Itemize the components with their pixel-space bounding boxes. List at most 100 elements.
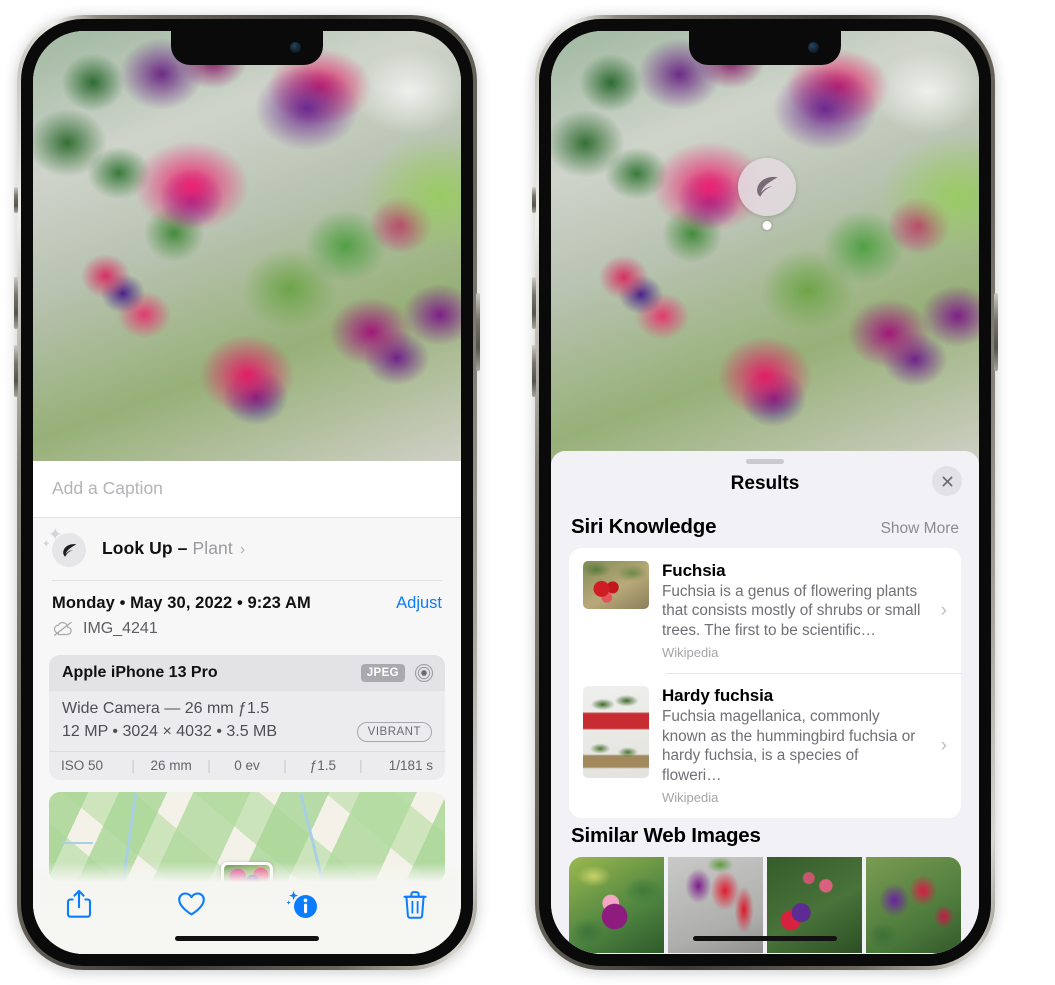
visual-lookup-anchor-dot [762, 220, 772, 230]
look-up-subject: Plant [192, 537, 233, 558]
photo-viewer[interactable] [551, 31, 979, 463]
list-item[interactable]: Hardy fuchsia Fuchsia magellanica, commo… [569, 673, 961, 818]
right-phone-device: Results Siri Knowledge Show More Fuchsia… [532, 15, 998, 970]
volume-up-button[interactable] [532, 277, 536, 329]
similar-web-images-header: Similar Web Images [551, 818, 979, 857]
favorite-button[interactable] [171, 884, 211, 924]
hdr-target-icon [414, 663, 434, 683]
file-name: IMG_4241 [83, 620, 158, 637]
lens-info: Wide Camera — 26 mm ƒ1.5 [62, 700, 270, 717]
size-info-row: 12 MP • 3024 × 4032 • 3.5 MB VIBRANT [62, 722, 432, 742]
right-phone-bezel: Results Siri Knowledge Show More Fuchsia… [539, 19, 991, 966]
home-indicator[interactable] [175, 936, 319, 941]
siri-knowledge-header: Siri Knowledge Show More [551, 509, 979, 548]
result-text: Hardy fuchsia Fuchsia magellanica, commo… [662, 686, 928, 805]
result-description: Fuchsia magellanica, commonly known as t… [662, 708, 916, 784]
lookup-icon-wrap: ✦ ✦ [42, 526, 88, 567]
result-thumbnail [583, 686, 649, 779]
metadata-date-row: Monday • May 30, 2022 • 9:23 AM Adjust [52, 594, 442, 613]
caption-input[interactable]: Add a Caption [33, 461, 461, 518]
left-phone-screen: Add a Caption ✦ ✦ Look Up – Plant › Mond… [33, 31, 461, 954]
exif-aperture: ƒ1.5 [309, 758, 337, 773]
format-badge: JPEG [360, 664, 405, 682]
photographic-style-badge: VIBRANT [356, 722, 432, 742]
exif-exposure: 0 ev [234, 758, 260, 773]
exif-shutter: 1/181 s [388, 758, 434, 773]
exif-row: ISO 50 | 26 mm | 0 ev | ƒ1.5 | 1/181 s [49, 751, 445, 780]
chevron-right-icon: › [239, 540, 246, 558]
adjust-button[interactable]: Adjust [396, 594, 442, 613]
power-button[interactable] [476, 293, 480, 371]
left-phone-bezel: Add a Caption ✦ ✦ Look Up – Plant › Mond… [21, 19, 473, 966]
leaf-icon[interactable] [738, 157, 797, 216]
volume-down-button[interactable] [14, 345, 18, 397]
chevron-right-icon: › [940, 734, 947, 756]
chevron-right-icon: › [940, 599, 947, 621]
web-image-1[interactable] [569, 856, 664, 953]
camera-card-body: Wide Camera — 26 mm ƒ1.5 12 MP • 3024 × … [49, 691, 445, 751]
sparkle-icon-small: ✦ [42, 539, 51, 550]
info-button[interactable] [283, 884, 323, 924]
left-phone-device: Add a Caption ✦ ✦ Look Up – Plant › Mond… [14, 15, 480, 970]
filename-row: IMG_4241 [52, 620, 442, 638]
list-item[interactable]: Fuchsia Fuchsia is a genus of flowering … [569, 548, 961, 673]
exif-sep: | [283, 758, 287, 773]
share-icon [66, 889, 92, 918]
result-thumbnail [583, 561, 649, 609]
share-button[interactable] [59, 884, 99, 924]
icloud-slash-icon [53, 621, 72, 636]
screenshot-stage: Add a Caption ✦ ✦ Look Up – Plant › Mond… [0, 0, 1055, 985]
show-more-button[interactable]: Show More [881, 520, 959, 538]
front-camera-icon [808, 42, 819, 53]
siri-knowledge-list: Fuchsia Fuchsia is a genus of flowering … [569, 548, 961, 818]
fuchsia-photo [33, 31, 461, 461]
section-title: Siri Knowledge [571, 515, 717, 538]
result-description: Fuchsia is a genus of flowering plants t… [662, 583, 921, 639]
results-title: Results [730, 473, 800, 494]
metadata-block: Monday • May 30, 2022 • 9:23 AM Adjust I… [33, 581, 461, 642]
notch [689, 31, 841, 65]
exif-focal: 26 mm [150, 758, 192, 773]
map-river [60, 841, 93, 844]
notch [171, 31, 323, 65]
result-source: Wikipedia [662, 645, 719, 661]
result-title: Fuchsia [662, 561, 726, 580]
results-header: Results [551, 464, 979, 509]
thumbnail-image [583, 561, 649, 609]
thumbnail-image [583, 686, 649, 779]
look-up-title: Look Up – [102, 537, 188, 558]
mute-switch[interactable] [14, 187, 18, 213]
camera-card-header: Apple iPhone 13 Pro JPEG [49, 655, 445, 691]
delete-button[interactable] [395, 884, 435, 924]
result-title: Hardy fuchsia [662, 686, 774, 706]
result-source: Wikipedia [662, 789, 719, 805]
look-up-row[interactable]: ✦ ✦ Look Up – Plant › [33, 518, 461, 580]
resolution-info: 12 MP • 3024 × 4032 • 3.5 MB [62, 723, 278, 740]
exif-sep: | [131, 758, 135, 773]
right-phone-screen: Results Siri Knowledge Show More Fuchsia… [551, 31, 979, 954]
camera-info-card: Apple iPhone 13 Pro JPEG Wide Camera — 2… [49, 655, 445, 780]
power-button[interactable] [994, 293, 998, 371]
camera-card-badges: JPEG [360, 663, 434, 683]
heart-icon [177, 892, 205, 916]
close-icon [942, 476, 952, 486]
section-title: Similar Web Images [571, 823, 761, 847]
camera-model: Apple iPhone 13 Pro [62, 664, 218, 681]
volume-up-button[interactable] [14, 277, 18, 329]
close-button[interactable] [932, 466, 962, 496]
info-sparkle-icon [286, 891, 317, 918]
photo-viewer[interactable] [33, 31, 461, 461]
home-indicator[interactable] [693, 936, 837, 941]
web-image-4[interactable] [866, 856, 961, 953]
results-sheet: Results Siri Knowledge Show More Fuchsia… [551, 451, 979, 954]
mute-switch[interactable] [532, 187, 536, 213]
fuchsia-photo [551, 31, 979, 463]
exif-sep: | [359, 758, 363, 773]
capture-date: Monday • May 30, 2022 • 9:23 AM [52, 594, 311, 612]
exif-iso: ISO 50 [61, 758, 104, 773]
volume-down-button[interactable] [532, 345, 536, 397]
trash-icon [403, 890, 427, 919]
leaf-icon [52, 533, 86, 567]
result-text: Fuchsia Fuchsia is a genus of flowering … [662, 561, 928, 660]
exif-sep: | [207, 758, 211, 773]
